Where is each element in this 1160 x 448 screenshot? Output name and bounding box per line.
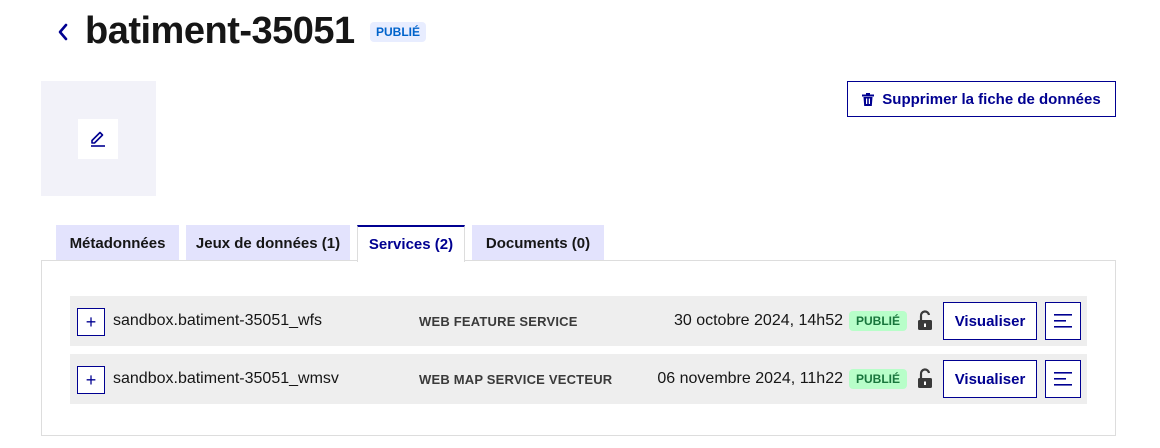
- service-date: 06 novembre 2024, 11h22: [657, 370, 843, 387]
- unlock-icon: [918, 310, 932, 330]
- back-button[interactable]: [52, 18, 74, 46]
- delete-datasheet-button[interactable]: Supprimer la fiche de données: [847, 81, 1116, 117]
- service-menu-button[interactable]: [1045, 302, 1081, 340]
- service-menu-button[interactable]: [1045, 360, 1081, 398]
- tab-metadonnees[interactable]: Métadonnées: [56, 225, 179, 261]
- menu-icon: [1054, 372, 1072, 386]
- trash-icon: [862, 92, 875, 106]
- delete-datasheet-label: Supprimer la fiche de données: [882, 90, 1101, 108]
- pencil-icon: [91, 131, 105, 147]
- service-date: 30 octobre 2024, 14h52: [673, 312, 843, 329]
- service-status-badge: PUBLIÉ: [849, 311, 908, 331]
- service-status-badge: PUBLIÉ: [849, 369, 908, 389]
- status-badge: PUBLIÉ: [370, 22, 427, 42]
- tab-services[interactable]: Services (2): [357, 225, 465, 262]
- thumbnail: [41, 81, 156, 196]
- service-row: + sandbox.batiment-35051_wfs WEB FEATURE…: [70, 296, 1087, 346]
- view-button[interactable]: Visualiser: [943, 302, 1037, 340]
- service-name: sandbox.batiment-35051_wfs: [113, 312, 323, 329]
- expand-button[interactable]: +: [77, 308, 105, 336]
- edit-thumbnail-button[interactable]: [78, 119, 118, 159]
- services-panel: [41, 260, 1116, 436]
- expand-button[interactable]: +: [77, 366, 105, 394]
- menu-icon: [1054, 314, 1072, 328]
- service-row: + sandbox.batiment-35051_wmsv WEB MAP SE…: [70, 354, 1087, 404]
- unlock-icon: [918, 368, 932, 388]
- service-type: WEB FEATURE SERVICE: [419, 314, 578, 329]
- tab-jeux-de-donnees[interactable]: Jeux de données (1): [186, 225, 350, 261]
- service-type: WEB MAP SERVICE VECTEUR: [419, 372, 613, 387]
- page-title: batiment-35051: [85, 10, 355, 52]
- chevron-left-icon: [58, 23, 68, 41]
- view-button[interactable]: Visualiser: [943, 360, 1037, 398]
- service-name: sandbox.batiment-35051_wmsv: [113, 370, 339, 387]
- tab-documents[interactable]: Documents (0): [472, 225, 604, 261]
